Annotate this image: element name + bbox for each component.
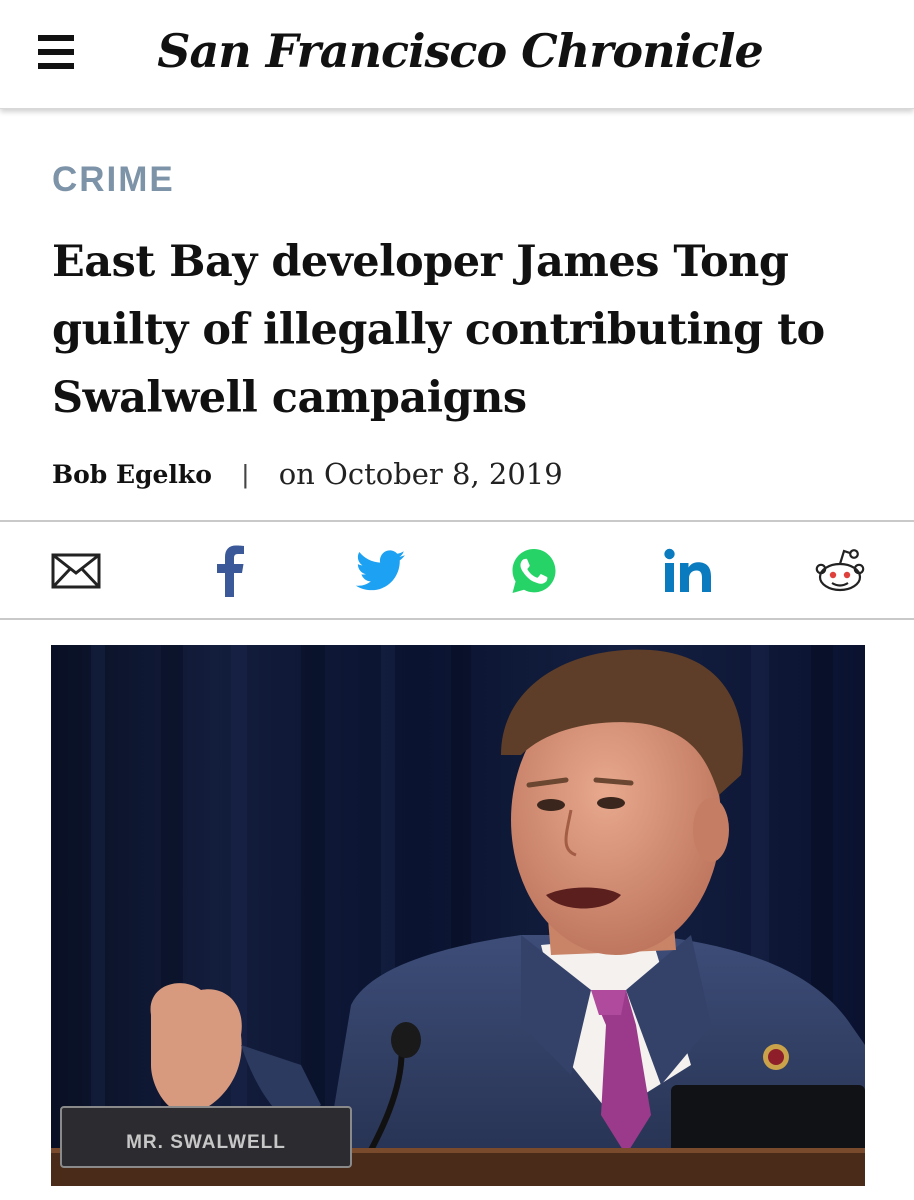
publish-date: on October 8, 2019 [278, 457, 563, 491]
author-name[interactable]: Bob Egelko [52, 460, 212, 489]
divider-top [0, 520, 914, 522]
reddit-alien-icon[interactable] [812, 544, 868, 598]
lead-photo-illustration: MR. SWALWELL [51, 645, 865, 1186]
site-header: San Francisco Chronicle [0, 0, 914, 109]
twitter-bird-icon[interactable] [355, 544, 407, 598]
divider-bottom [0, 618, 914, 620]
byline: Bob Egelko | on October 8, 2019 [52, 452, 563, 496]
lead-photo[interactable]: MR. SWALWELL [51, 645, 865, 1186]
section-label[interactable]: CRIME [52, 160, 175, 200]
hamburger-menu-icon[interactable] [38, 35, 74, 69]
linkedin-icon[interactable] [660, 544, 716, 598]
site-masthead-logo[interactable]: San Francisco Chronicle [157, 16, 764, 86]
nameplate-text: MR. SWALWELL [126, 1132, 286, 1153]
share-bar [0, 524, 914, 618]
article-headline: East Bay developer James Tong guilty of … [52, 237, 825, 423]
whatsapp-icon[interactable] [508, 544, 560, 598]
byline-separator: | [241, 458, 249, 489]
envelope-icon[interactable] [50, 544, 102, 598]
facebook-icon[interactable] [212, 544, 248, 598]
